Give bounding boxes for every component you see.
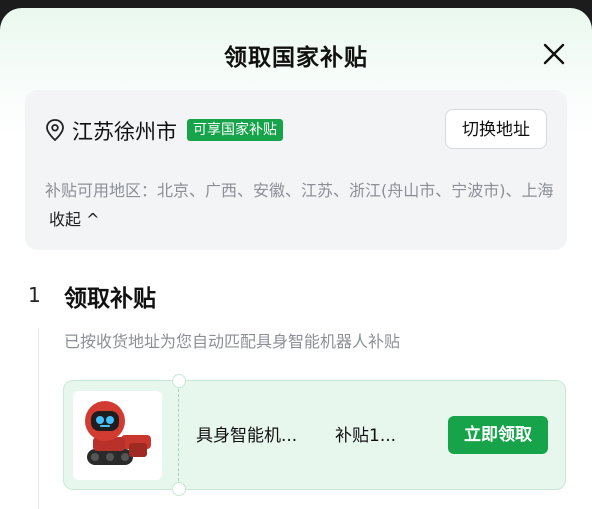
claim-now-button[interactable]: 立即领取 bbox=[448, 416, 548, 454]
coupon-notch-bottom bbox=[172, 482, 186, 496]
coupon-divider bbox=[178, 389, 179, 481]
close-icon[interactable] bbox=[540, 40, 568, 68]
step-timeline-line bbox=[38, 328, 39, 509]
available-areas-text: 补贴可用地区：北京、广西、安徽、江苏、浙江(舟山市、宁波市)、上海 bbox=[45, 181, 554, 200]
step-title: 领取补贴 bbox=[64, 286, 156, 312]
subsidy-coupon: 具身智能机... 补贴1... 立即领取 bbox=[63, 374, 566, 496]
switch-address-button[interactable]: 切换地址 bbox=[445, 109, 547, 149]
step-number: 1 bbox=[28, 283, 41, 307]
address-card: 江苏徐州市 可享国家补贴 切换地址 补贴可用地区：北京、广西、安徽、江苏、浙江(… bbox=[25, 90, 567, 250]
current-city: 江苏徐州市 bbox=[72, 120, 177, 144]
collapse-toggle[interactable]: 收起 ^ bbox=[49, 210, 100, 229]
subsidy-amount: 补贴1... bbox=[335, 426, 397, 446]
step-subtitle: 已按收货地址为您自动匹配具身智能机器人补贴 bbox=[64, 332, 401, 351]
product-name: 具身智能机... bbox=[196, 426, 298, 446]
available-areas: 补贴可用地区：北京、广西、安徽、江苏、浙江(舟山市、宁波市)、上海 收起 ^ bbox=[45, 176, 555, 234]
location-pin-icon bbox=[45, 118, 65, 142]
sheet-title: 领取国家补贴 bbox=[224, 45, 368, 71]
subsidy-eligible-badge: 可享国家补贴 bbox=[187, 119, 283, 141]
subsidy-sheet: 领取国家补贴 江苏徐州市 可享国家补贴 切换地址 补贴可用地区：北京、广西、安徽… bbox=[0, 8, 592, 509]
robot-product-image bbox=[73, 391, 162, 480]
coupon-notch-top bbox=[172, 374, 186, 388]
